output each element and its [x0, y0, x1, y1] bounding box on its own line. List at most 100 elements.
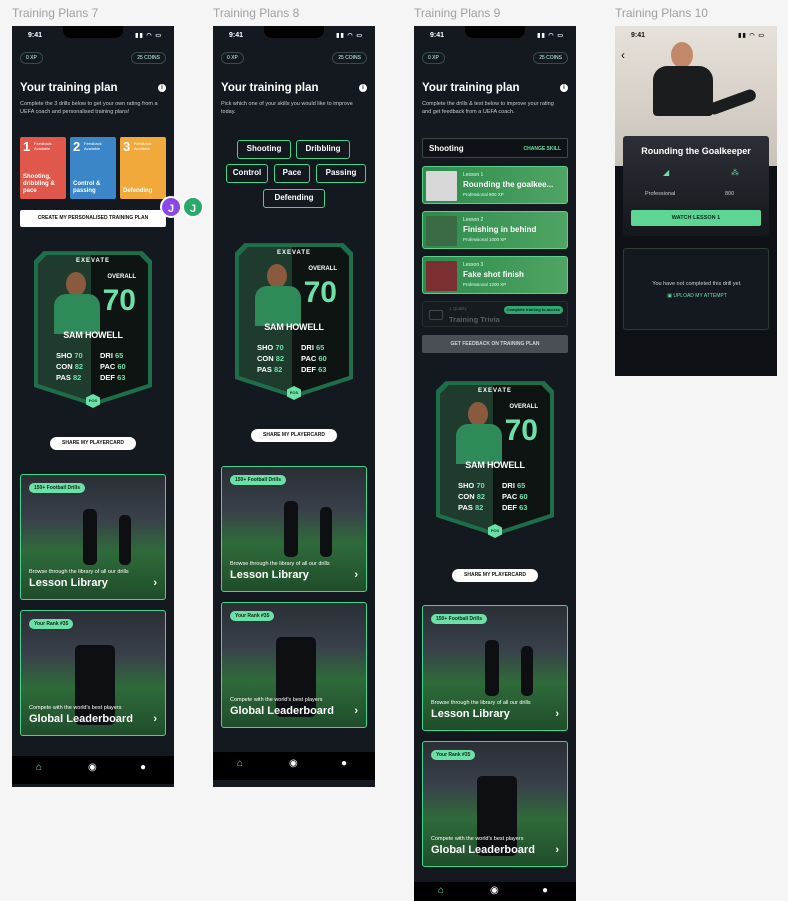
- home-icon[interactable]: ⌂: [36, 762, 42, 773]
- stat-value: 70: [275, 343, 284, 352]
- stat-key: PAS: [56, 373, 71, 382]
- lesson-detail-card: Rounding the Goalkeeper ◢ ⁂ Professional…: [623, 136, 769, 236]
- xp-pill[interactable]: 0 XP: [20, 52, 43, 64]
- page-intro: Complete the 3 drills below to get your …: [20, 101, 158, 115]
- lesson-number: Lesson 2: [463, 217, 484, 223]
- overall-label: OVERALL: [308, 266, 337, 272]
- leaderboard-card[interactable]: Your Rank #35 Compete with the world's b…: [422, 741, 568, 867]
- share-playercard-button[interactable]: SHARE MY PLAYERCARD: [452, 569, 538, 582]
- lesson-library-card[interactable]: 150+ Football Drills Browse through the …: [20, 474, 166, 600]
- skill-selector[interactable]: Shooting CHANGE SKILL: [422, 138, 568, 158]
- lesson-card-1[interactable]: Lesson 1 Rounding the goalkee... Profess…: [422, 166, 568, 204]
- leaderboard-subtitle: Compete with the world's best players: [29, 705, 122, 711]
- coins-pill[interactable]: 25 COINS: [533, 52, 568, 64]
- avatar[interactable]: J: [160, 196, 182, 218]
- skill-chip-control[interactable]: Control: [226, 164, 268, 183]
- signal-icon: ▮▮ ◠ ▭: [135, 33, 162, 39]
- status-bar: 9:41 ▮▮ ◠ ▭: [213, 26, 375, 44]
- page-title: Your training plan: [422, 82, 520, 94]
- lesson-level: Professional: [645, 191, 676, 197]
- coins-pill[interactable]: 25 COINS: [131, 52, 166, 64]
- stat-key: CON: [458, 492, 475, 501]
- stat-key: SHO: [257, 343, 274, 352]
- change-skill-link[interactable]: CHANGE SKILL: [524, 146, 562, 152]
- chevron-right-icon: ›: [354, 705, 358, 717]
- leaderboard-card[interactable]: Your Rank #35 Compete with the world's b…: [221, 602, 367, 728]
- community-icon[interactable]: ◉: [490, 885, 499, 896]
- watch-lesson-button[interactable]: WATCH LESSON 1: [631, 210, 761, 226]
- player-avatar: [253, 264, 301, 326]
- drills-badge: 150+ Football Drills: [230, 475, 286, 485]
- library-title: Lesson Library: [29, 577, 108, 589]
- drill-card-3[interactable]: 3 Feedback Available Defending: [120, 137, 166, 199]
- card-brand: EXEVATE: [477, 388, 513, 394]
- upload-attempt-link[interactable]: ▣ UPLOAD MY ATTEMPT: [624, 293, 770, 299]
- xp-value: 0 XP: [26, 55, 37, 61]
- coins-value: 25 COINS: [539, 55, 562, 61]
- avatar[interactable]: J: [182, 196, 204, 218]
- status-time: 9:41: [631, 32, 646, 39]
- xp-value: 0 XP: [428, 55, 439, 61]
- profile-icon[interactable]: ●: [341, 758, 347, 769]
- drill-card-1[interactable]: 1 Feedback Available Shooting, dribbling…: [20, 137, 66, 199]
- community-icon[interactable]: ◉: [289, 758, 298, 769]
- lesson-library-card[interactable]: 150+ Football Drills Browse through the …: [221, 466, 367, 592]
- bottom-nav: ⌂ ◉ ●: [213, 752, 375, 780]
- lesson-card-3[interactable]: Lesson 3 Fake shot finish Professional 1…: [422, 256, 568, 294]
- get-feedback-button[interactable]: GET FEEDBACK ON TRAINING PLAN: [422, 335, 568, 353]
- skill-chip-passing[interactable]: Passing: [316, 164, 366, 183]
- player-card[interactable]: EXEVATE OVERALL 70 SAM HOWELL SHO 70 CON…: [235, 243, 353, 409]
- leaderboard-title: Global Leaderboard: [230, 705, 334, 717]
- rank-badge: Your Rank #35: [230, 611, 275, 621]
- info-icon[interactable]: i: [158, 84, 166, 92]
- xp-pill[interactable]: 0 XP: [422, 52, 445, 64]
- lesson-title: Rounding the Goalkeeper: [641, 146, 751, 156]
- skill-chip-dribbling[interactable]: Dribbling: [296, 140, 350, 159]
- lesson-thumbnail: [426, 171, 457, 201]
- drill-card-2[interactable]: 2 Feedback Available Control & passing: [70, 137, 116, 199]
- lesson-library-card[interactable]: 150+ Football Drills Browse through the …: [422, 605, 568, 731]
- coins-pill[interactable]: 25 COINS: [332, 52, 367, 64]
- overall-value: 70: [303, 276, 337, 309]
- player-card[interactable]: EXEVATE OVERALL 70 SAM HOWELL SHO 70 CON…: [34, 251, 152, 417]
- drill-number: 3: [123, 139, 131, 154]
- lesson-thumbnail: [426, 216, 457, 246]
- lesson-title: Rounding the goalkee...: [463, 180, 554, 189]
- player-figure: [521, 646, 533, 696]
- share-playercard-button[interactable]: SHARE MY PLAYERCARD: [251, 429, 337, 442]
- community-icon[interactable]: ◉: [88, 762, 97, 773]
- share-playercard-button[interactable]: SHARE MY PLAYERCARD: [50, 437, 136, 450]
- signal-icon: ▮▮ ◠ ▭: [336, 33, 363, 39]
- home-icon[interactable]: ⌂: [438, 885, 444, 896]
- leaderboard-card[interactable]: Your Rank #35 Compete with the world's b…: [20, 610, 166, 736]
- skill-chip-defending[interactable]: Defending: [263, 189, 325, 208]
- status-time: 9:41: [28, 32, 43, 39]
- player-card[interactable]: EXEVATE OVERALL 70 SAM HOWELL SHO 70 CON…: [436, 381, 554, 547]
- rank-badge: Your Rank #35: [431, 750, 476, 760]
- player-figure: [83, 509, 97, 565]
- library-subtitle: Browse through the library of all our dr…: [431, 700, 531, 706]
- home-icon[interactable]: ⌂: [237, 758, 243, 769]
- library-title: Lesson Library: [431, 708, 510, 720]
- info-icon[interactable]: i: [359, 84, 367, 92]
- profile-icon[interactable]: ●: [542, 885, 548, 896]
- create-plan-button[interactable]: CREATE MY PERSONALISED TRAINING PLAN: [20, 210, 166, 227]
- coins-value: 25 COINS: [338, 55, 361, 61]
- player-name: SAM HOWELL: [465, 460, 525, 470]
- lesson-card-2[interactable]: Lesson 2 Finishing in behind Professiona…: [422, 211, 568, 249]
- skill-chip-shooting[interactable]: Shooting: [237, 140, 291, 159]
- status-time: 9:41: [430, 32, 445, 39]
- player-figure: [485, 640, 499, 696]
- info-icon[interactable]: i: [560, 84, 568, 92]
- frame-label: Training Plans 7: [12, 6, 99, 20]
- skill-chip-pace[interactable]: Pace: [274, 164, 310, 183]
- xp-pill[interactable]: 0 XP: [221, 52, 244, 64]
- training-trivia-card: 1 Quality Training Trivia Complete train…: [422, 301, 568, 327]
- lesson-meta: Professional 1000 XP: [463, 237, 507, 242]
- lesson-title: Fake shot finish: [463, 270, 524, 279]
- player-name: SAM HOWELL: [264, 322, 324, 332]
- back-icon[interactable]: ‹: [621, 48, 625, 62]
- profile-icon[interactable]: ●: [140, 762, 146, 773]
- page-title: Your training plan: [221, 82, 319, 94]
- screen-training-plans-9: 9:41 ▮▮ ◠ ▭ 0 XP 25 COINS Your training …: [414, 26, 576, 901]
